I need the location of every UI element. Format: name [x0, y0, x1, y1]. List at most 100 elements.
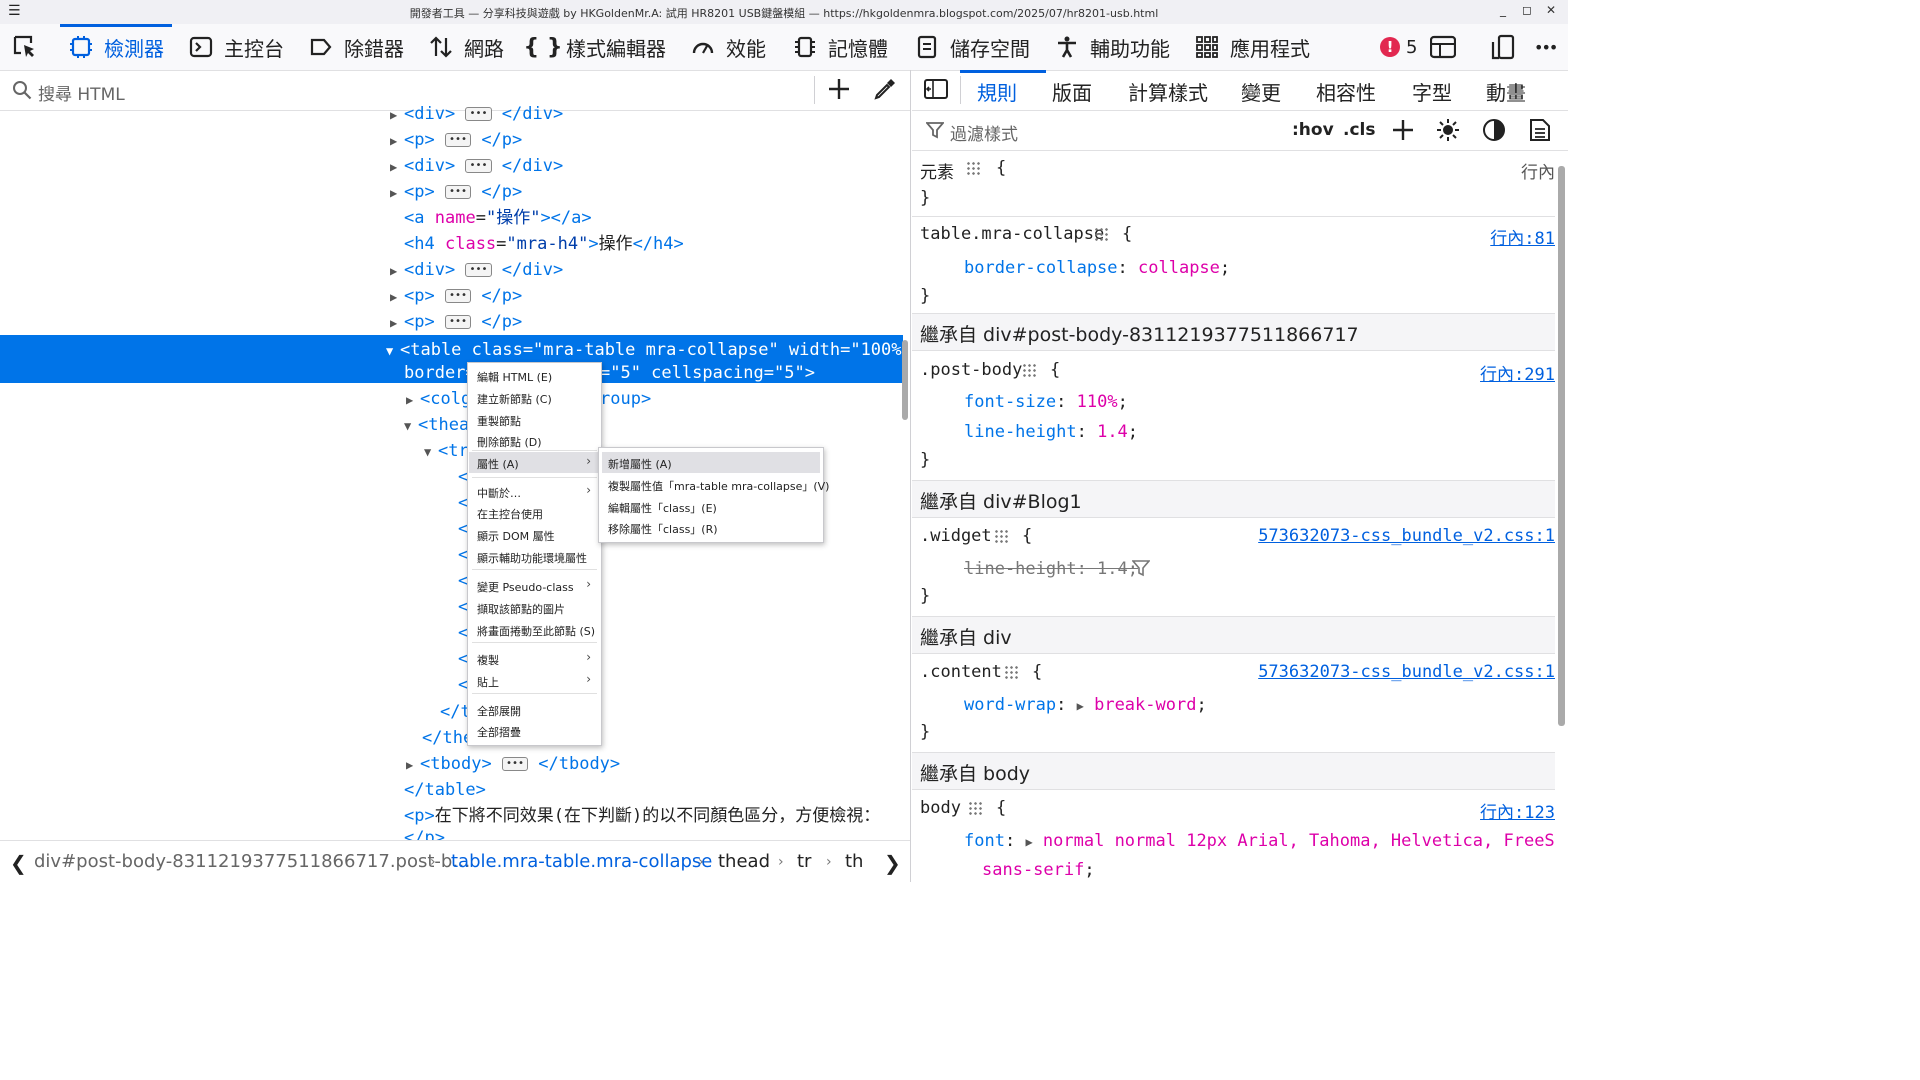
tab-memory[interactable]: 記憶體: [792, 24, 888, 70]
rule-source-link[interactable]: 行內:81: [1490, 224, 1555, 249]
tab-animations[interactable]: 動畫: [1486, 77, 1526, 106]
cls-button[interactable]: .cls: [1343, 120, 1375, 140]
rule-grid-icon[interactable]: [1004, 662, 1018, 682]
error-count-button[interactable]: ! 5: [1380, 24, 1417, 70]
declaration[interactable]: font: ▶ normal normal 12px Arial, Tahoma…: [964, 831, 1555, 851]
menu-item-show-accessibility-properties[interactable]: 顯示輔助功能環境屬性: [477, 550, 587, 566]
menu-item-delete-node[interactable]: 刪除節點 (D): [477, 434, 542, 450]
markup-line[interactable]: ▶ <p> ••• </p>: [390, 180, 522, 205]
tab-inspector[interactable]: 檢測器: [60, 24, 172, 70]
rule-source-link[interactable]: 573632073-css_bundle_v2.css:1: [1258, 526, 1555, 546]
markup-line-tr[interactable]: ▼ <tr: [424, 439, 469, 464]
minimize-button[interactable]: _: [1500, 3, 1506, 17]
overridden-declaration[interactable]: line-height: 1.4;: [964, 559, 1138, 579]
markup-line[interactable]: <a name="操作"></a>: [404, 206, 592, 230]
menu-item-scroll-into-view[interactable]: 將畫面捲動至此節點 (S): [477, 623, 595, 639]
tab-layout[interactable]: 版面: [1052, 77, 1092, 106]
menu-item-screenshot-node[interactable]: 擷取該節點的圖片: [477, 601, 565, 617]
styles-filter-input[interactable]: 過濾樣式: [950, 120, 1018, 145]
markup-line-colgroup[interactable]: ▶ <colg: [406, 387, 471, 412]
dock-side-button[interactable]: [1490, 24, 1516, 70]
markup-line-p-close[interactable]: </p>: [404, 826, 445, 840]
breadcrumb-item[interactable]: thead: [718, 851, 770, 872]
markup-line[interactable]: ▶ <div> ••• </div>: [390, 258, 563, 283]
tab-application[interactable]: 應用程式: [1194, 24, 1310, 70]
menu-item-change-pseudo-class[interactable]: 變更 Pseudo-class: [477, 579, 574, 595]
menu-item-duplicate-node[interactable]: 重製節點: [477, 413, 521, 429]
markup-line[interactable]: ▶ <div> ••• </div>: [390, 102, 563, 127]
submenu-item-add-attribute[interactable]: 新增屬性 (A): [608, 456, 672, 472]
filter-rule-icon[interactable]: [1131, 559, 1151, 582]
markup-line-table-close[interactable]: </table>: [404, 778, 486, 802]
breadcrumb-item[interactable]: table.mra-table.mra-collapse: [451, 851, 712, 872]
declaration[interactable]: font-size: 110%;: [964, 392, 1128, 412]
element-picker-button[interactable]: [12, 24, 38, 70]
rule-source-link[interactable]: 573632073-css_bundle_v2.css:1: [1258, 662, 1555, 682]
tab-network[interactable]: 網路: [428, 24, 504, 70]
submenu-item-edit-attribute[interactable]: 編輯屬性「class」(E): [608, 500, 717, 516]
declaration[interactable]: word-wrap: ▶ break-word;: [964, 695, 1207, 715]
markup-line-tbody[interactable]: ▶ <tbody> ••• </tbody>: [406, 752, 620, 777]
breadcrumb-forward-icon[interactable]: ❯: [884, 851, 901, 875]
light-scheme-icon[interactable]: [1436, 118, 1460, 146]
declaration[interactable]: border-collapse: collapse;: [964, 258, 1230, 278]
rule-selector[interactable]: table.mra-collapse: [920, 224, 1104, 244]
submenu-item-copy-attribute-value[interactable]: 複製屬性值「mra-table mra-collapse」(V): [608, 478, 829, 494]
submenu-item-remove-attribute[interactable]: 移除屬性「class」(R): [608, 521, 718, 537]
markup-line-p-text[interactable]: <p>在下將不同效果(在下判斷)的以不同顏色區分，方便檢視：: [404, 804, 880, 828]
tab-performance[interactable]: 效能: [690, 24, 766, 70]
markup-line[interactable]: ▶ <p> ••• </p>: [390, 284, 522, 309]
markup-line-thead[interactable]: ▼ <thea: [404, 413, 469, 438]
print-media-icon[interactable]: [1529, 118, 1551, 146]
breadcrumb-item[interactable]: div#post-body-8311219377511866717.post-b…: [34, 851, 470, 872]
breadcrumb-item[interactable]: tr: [797, 851, 811, 872]
rule-grid-icon[interactable]: [1094, 224, 1108, 244]
markup-line-thead-close[interactable]: </the: [422, 726, 473, 750]
rule-selector[interactable]: .post-body: [920, 360, 1022, 380]
tab-compatibility[interactable]: 相容性: [1316, 77, 1376, 106]
toggle-sidebar-icon[interactable]: [924, 78, 948, 104]
menu-item-use-in-console[interactable]: 在主控台使用: [477, 506, 543, 522]
menu-item-expand-all[interactable]: 全部展開: [477, 703, 521, 719]
rule-source-link[interactable]: 行內:123: [1480, 798, 1555, 823]
more-options-button[interactable]: •••: [1534, 24, 1558, 70]
declaration[interactable]: line-height: 1.4;: [964, 422, 1138, 442]
menu-item-break-on[interactable]: 中斷於…: [477, 485, 521, 501]
rule-grid-icon[interactable]: [966, 158, 980, 178]
menu-item-paste[interactable]: 貼上: [477, 674, 499, 690]
tab-style-editor[interactable]: { } 樣式編輯器: [524, 24, 666, 70]
breadcrumb-item[interactable]: th: [845, 851, 863, 872]
menu-item-copy[interactable]: 複製: [477, 652, 499, 668]
markup-line[interactable]: ▶ <div> ••• </div>: [390, 154, 563, 179]
tab-rules[interactable]: 規則: [977, 77, 1017, 106]
maximize-button[interactable]: ◻: [1522, 3, 1532, 17]
search-input[interactable]: 搜尋 HTML: [38, 80, 125, 105]
close-button[interactable]: ✕: [1546, 3, 1556, 17]
dark-scheme-icon[interactable]: [1482, 118, 1506, 146]
rule-grid-icon[interactable]: [1022, 360, 1036, 380]
add-rule-icon[interactable]: [1392, 119, 1414, 145]
rule-selector[interactable]: body: [920, 798, 961, 818]
rule-selector[interactable]: .content: [920, 662, 1002, 682]
tab-console[interactable]: 主控台: [188, 24, 284, 70]
menu-item-attributes[interactable]: 屬性 (A): [477, 456, 519, 472]
eyedropper-icon[interactable]: [873, 77, 897, 105]
breadcrumb-back-icon[interactable]: ❮: [10, 851, 27, 875]
tab-accessibility[interactable]: 輔助功能: [1054, 24, 1170, 70]
tab-computed[interactable]: 計算樣式: [1128, 77, 1208, 106]
rule-grid-icon[interactable]: [968, 798, 982, 818]
rule-grid-icon[interactable]: [994, 526, 1008, 546]
rule-selector[interactable]: .widget: [920, 526, 992, 546]
markup-line-selected[interactable]: ▼ <table class="mra-table mra-collapse" w…: [386, 338, 912, 363]
markup-line[interactable]: ▶ <p> ••• </p>: [390, 310, 522, 335]
tab-debugger[interactable]: 除錯器: [308, 24, 404, 70]
menu-item-create-node[interactable]: 建立新節點 (C): [477, 391, 552, 407]
menu-item-edit-html[interactable]: 編輯 HTML (E): [477, 369, 552, 385]
markup-line[interactable]: ▶ <p> ••• </p>: [390, 128, 522, 153]
tab-storage[interactable]: 儲存空間: [914, 24, 1030, 70]
markup-scrollbar[interactable]: [902, 340, 908, 420]
hov-button[interactable]: :hov: [1292, 120, 1334, 140]
markup-line[interactable]: <h4 class="mra-h4">操作</h4>: [404, 232, 684, 256]
split-console-button[interactable]: [1430, 24, 1456, 70]
rules-scrollbar[interactable]: [1558, 166, 1565, 726]
